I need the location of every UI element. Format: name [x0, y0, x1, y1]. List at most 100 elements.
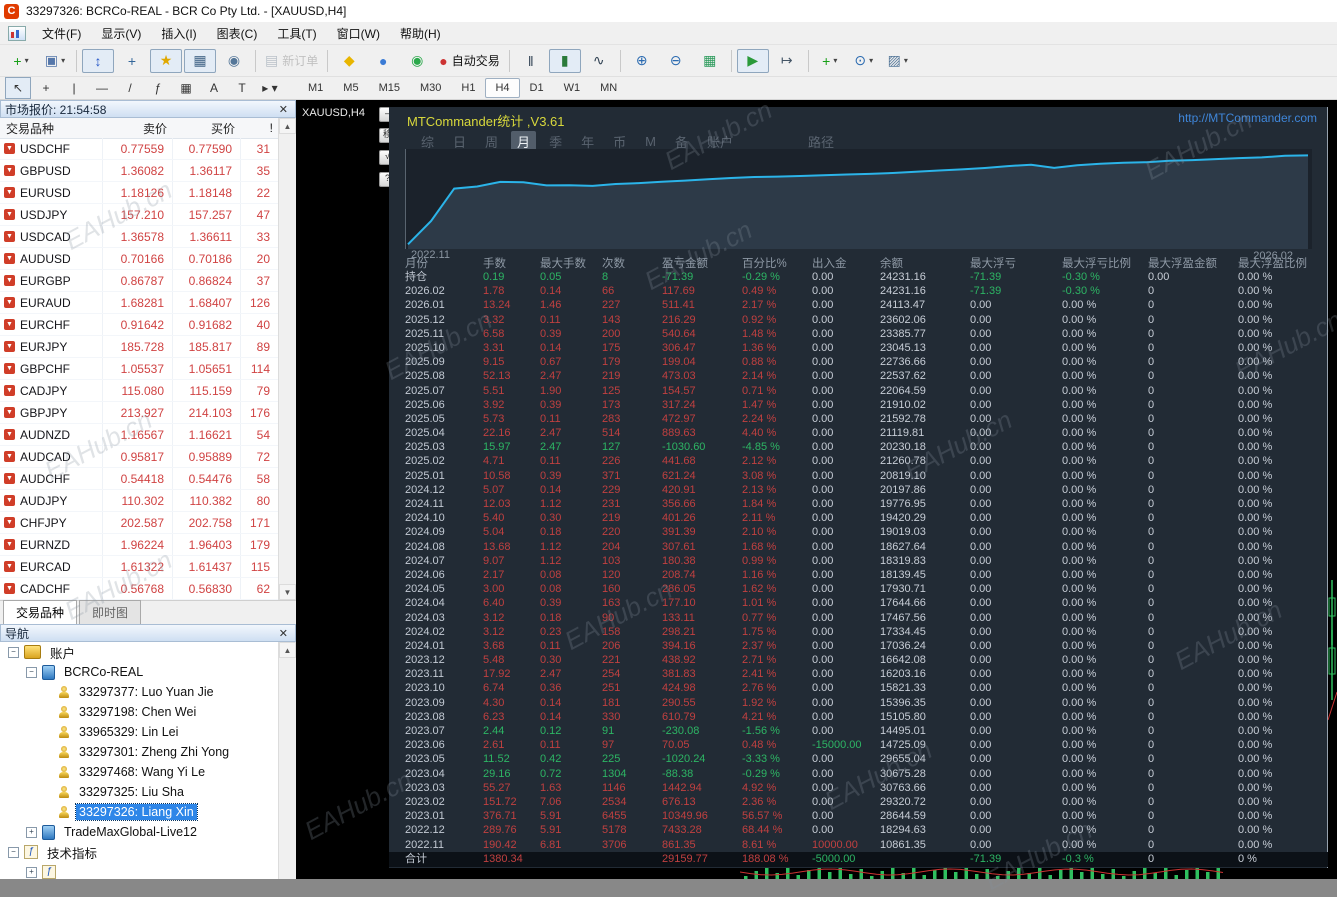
indicators-button[interactable]: + ▾	[814, 49, 846, 73]
menu-5[interactable]: 窗口(W)	[327, 22, 390, 45]
stat-row[interactable]: 2022.12 289.76 5.91 5178 7433.28 68.44 % 0.00 1…	[389, 823, 1328, 837]
tester-button[interactable]: ◉	[218, 49, 250, 73]
stat-row[interactable]: 2024.06 2.17 0.08 120 208.74 1.16 % 0.00 18139.…	[389, 568, 1328, 582]
market-row[interactable]: ▼ USDJPY 157.210 157.257 47	[0, 204, 279, 226]
menu-2[interactable]: 插入(I)	[151, 22, 206, 45]
metaeditor-button[interactable]: ◆	[333, 49, 365, 73]
expand-icon[interactable]: +	[26, 866, 37, 878]
menu-4[interactable]: 工具(T)	[267, 22, 326, 45]
market-row[interactable]: ▼ EURNZD 1.96224 1.96403 179	[0, 534, 279, 556]
stat-row[interactable]: 2025.01 10.58 0.39 371 621.24 3.08 % 0.00 20819…	[389, 469, 1328, 483]
stat-row[interactable]: 2025.07 5.51 1.90 125 154.57 0.71 % 0.00 22064.…	[389, 384, 1328, 398]
bar-chart-button[interactable]: ‖	[515, 49, 547, 73]
stat-row[interactable]: 2025.09 9.15 0.67 179 199.04 0.88 % 0.00 22736.…	[389, 355, 1328, 369]
tree-item[interactable]: − BCRCo-REAL	[0, 662, 279, 682]
scroll-up-icon[interactable]: ▲	[279, 118, 296, 134]
autotrade-button[interactable]: ● 自动交易	[435, 49, 503, 73]
tree-item[interactable]: 33297198: Chen Wei	[0, 702, 279, 722]
timeframe-m1[interactable]: M1	[298, 78, 333, 98]
menu-3[interactable]: 图表(C)	[207, 22, 268, 45]
stat-row[interactable]: 2025.11 6.58 0.39 200 540.64 1.48 % 0.00 23385.…	[389, 327, 1328, 341]
market-row[interactable]: ▼ CADJPY 115.080 115.159 79	[0, 380, 279, 402]
tile-windows-button[interactable]: ▦	[694, 49, 726, 73]
tab-即时图[interactable]: 即时图	[79, 600, 142, 624]
cursor-tool[interactable]: ↖	[5, 77, 31, 99]
shapes-tool[interactable]: ▸ ▾	[257, 77, 283, 99]
stat-row[interactable]: 2024.11 12.03 1.12 231 356.66 1.84 % 0.00 19776…	[389, 497, 1328, 511]
timeframe-mn[interactable]: MN	[590, 78, 627, 98]
timeframe-h1[interactable]: H1	[451, 78, 485, 98]
stat-row[interactable]: 2023.05 11.52 0.42 225 -1020.24 -3.33 % 0.00 29…	[389, 752, 1328, 766]
tree-item[interactable]: − ƒ 技术指标	[0, 842, 279, 862]
column-header[interactable]: 交易品种	[0, 120, 103, 137]
market-row[interactable]: ▼ USDCHF 0.77559 0.77590 31	[0, 138, 279, 160]
column-header[interactable]: 卖价	[103, 120, 173, 137]
stat-row[interactable]: 2025.08 52.13 2.47 219 473.03 2.14 % 0.00 22537…	[389, 369, 1328, 383]
zoom-out-button[interactable]: ⊖	[660, 49, 692, 73]
market-row[interactable]: ▼ EURUSD 1.18126 1.18148 22	[0, 182, 279, 204]
stat-row[interactable]: 持仓 0.19 0.05 8 -71.39 -0.29 % 0.00 24231.16 -71.…	[389, 270, 1328, 284]
chevron-down-icon[interactable]: ▾	[833, 56, 837, 65]
grid-tool-tool[interactable]: ▦	[173, 77, 199, 99]
stat-row[interactable]: 2024.12 5.07 0.14 229 420.91 2.13 % 0.00 20197.…	[389, 483, 1328, 497]
stat-row[interactable]: 2023.11 17.92 2.47 254 381.83 2.41 % 0.00 16203…	[389, 667, 1328, 681]
stat-row[interactable]: 2023.10 6.74 0.36 251 424.98 2.76 % 0.00 15821.…	[389, 681, 1328, 695]
market-row[interactable]: ▼ EURJPY 185.728 185.817 89	[0, 336, 279, 358]
navigator-button[interactable]: ★	[150, 48, 182, 73]
market-row[interactable]: ▼ CHFJPY 202.587 202.758 171	[0, 512, 279, 534]
market-row[interactable]: ▼ EURGBP 0.86787 0.86824 37	[0, 270, 279, 292]
collapse-icon[interactable]: −	[26, 666, 37, 678]
periods-button[interactable]: ⊙ ▾	[848, 49, 880, 73]
navigator-scrollbar[interactable]: ▲	[278, 642, 296, 879]
scroll-down-icon[interactable]: ▼	[279, 584, 296, 600]
menu-0[interactable]: 文件(F)	[32, 22, 91, 45]
tree-item[interactable]: 33297468: Wang Yi Le	[0, 762, 279, 782]
fibonacci-tool[interactable]: ƒ	[145, 77, 171, 99]
signals-button[interactable]: ◉	[401, 49, 433, 73]
market-row[interactable]: ▼ AUDCAD 0.95817 0.95889 72	[0, 446, 279, 468]
market-row[interactable]: ▼ AUDNZD 1.16567 1.16621 54	[0, 424, 279, 446]
market-row[interactable]: ▼ USDCAD 1.36578 1.36611 33	[0, 226, 279, 248]
market-row[interactable]: ▼ GBPJPY 213.927 214.103 176	[0, 402, 279, 424]
tab-交易品种[interactable]: 交易品种	[3, 600, 78, 624]
stat-row[interactable]: 2026.01 13.24 1.46 227 511.41 2.17 % 0.00 24113…	[389, 298, 1328, 312]
market-row[interactable]: ▼ GBPUSD 1.36082 1.36117 35	[0, 160, 279, 182]
market-watch-button[interactable]: ↕	[82, 48, 114, 73]
stat-row[interactable]: 2025.04 22.16 2.47 514 889.63 4.40 % 0.00 21119…	[389, 426, 1328, 440]
trendline-tool[interactable]: /	[117, 77, 143, 99]
community-button[interactable]: ●	[367, 49, 399, 73]
collapse-icon[interactable]: −	[8, 646, 19, 658]
chevron-down-icon[interactable]: ▾	[61, 56, 65, 65]
collapse-icon[interactable]: −	[8, 846, 19, 858]
stat-row[interactable]: 2023.08 6.23 0.14 330 610.79 4.21 % 0.00 15105.…	[389, 710, 1328, 724]
timeframe-d1[interactable]: D1	[520, 78, 554, 98]
stat-row[interactable]: 2023.03 55.27 1.63 1146 1442.94 4.92 % 0.00 307…	[389, 781, 1328, 795]
stat-row[interactable]: 2024.03 3.12 0.18 90 133.11 0.77 % 0.00 17467.5…	[389, 611, 1328, 625]
market-row[interactable]: ▼ EURAUD 1.68281 1.68407 126	[0, 292, 279, 314]
horizontal-line-tool[interactable]: —	[89, 77, 115, 99]
stat-row[interactable]: 2023.06 2.61 0.11 97 70.05 0.48 % -15000.00 147…	[389, 738, 1328, 752]
vertical-line-tool[interactable]: |	[61, 77, 87, 99]
market-row[interactable]: ▼ AUDJPY 110.302 110.382 80	[0, 490, 279, 512]
market-row[interactable]: ▼ EURCAD 1.61322 1.61437 115	[0, 556, 279, 578]
stat-row[interactable]: 2023.09 4.30 0.14 181 290.55 1.92 % 0.00 15396.…	[389, 696, 1328, 710]
menu-1[interactable]: 显示(V)	[91, 22, 151, 45]
stat-row[interactable]: 2025.03 15.97 2.47 127 -1030.60 -4.85 % 0.00 20…	[389, 440, 1328, 454]
stat-row[interactable]: 2024.05 3.00 0.08 160 286.05 1.62 % 0.00 17930.…	[389, 582, 1328, 596]
scroll-up-icon[interactable]: ▲	[279, 642, 296, 658]
chart-shift-button[interactable]: ↦	[771, 49, 803, 73]
label-tool-tool[interactable]: T	[229, 77, 255, 99]
close-icon[interactable]: ✕	[276, 103, 291, 116]
market-watch-scrollbar[interactable]: ▲ ▼	[278, 118, 296, 600]
tree-item[interactable]: 33297301: Zheng Zhi Yong	[0, 742, 279, 762]
chevron-down-icon[interactable]: ▾	[25, 56, 29, 65]
market-row[interactable]: ▼ GBPCHF 1.05537 1.05651 114	[0, 358, 279, 380]
profiles-button[interactable]: ▣ ▾	[39, 49, 71, 73]
tree-item[interactable]: 33297377: Luo Yuan Jie	[0, 682, 279, 702]
chevron-down-icon[interactable]: ▾	[904, 56, 908, 65]
tree-item[interactable]: 33297326: Liang Xin	[0, 802, 279, 822]
column-header[interactable]: !	[241, 121, 279, 135]
stat-row[interactable]: 2025.05 5.73 0.11 283 472.97 2.24 % 0.00 21592.…	[389, 412, 1328, 426]
mtcommander-url[interactable]: http://MTCommander.com	[1178, 111, 1317, 125]
stat-row[interactable]: 2023.12 5.48 0.30 221 438.92 2.71 % 0.00 16642.…	[389, 653, 1328, 667]
